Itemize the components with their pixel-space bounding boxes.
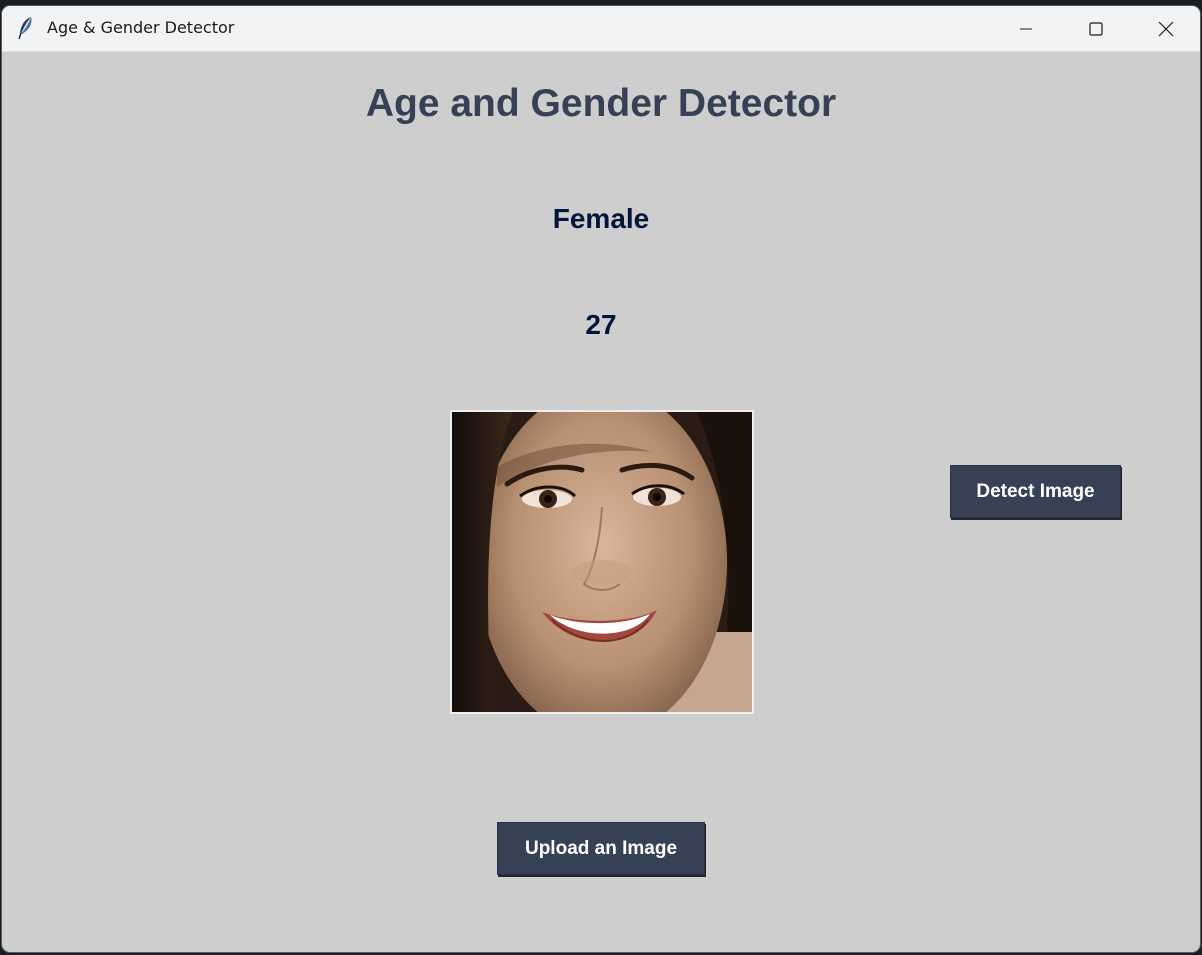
- age-result-label: 27: [585, 309, 617, 340]
- title-bar[interactable]: Age & Gender Detector: [2, 6, 1200, 52]
- maximize-icon: [1089, 21, 1103, 36]
- close-button[interactable]: [1131, 6, 1200, 51]
- page-title: Age and Gender Detector: [365, 82, 837, 125]
- upload-image-button[interactable]: Upload an Image: [497, 822, 705, 875]
- maximize-button[interactable]: [1061, 6, 1131, 51]
- uploaded-face-image: [450, 410, 754, 714]
- minimize-button[interactable]: [991, 6, 1061, 51]
- close-icon: [1158, 21, 1174, 36]
- app-window: Age & Gender Detector Age and Gender Det…: [2, 6, 1200, 952]
- feather-icon: [18, 17, 32, 40]
- minimize-icon: [1020, 28, 1032, 29]
- detect-image-button[interactable]: Detect Image: [950, 465, 1121, 518]
- window-title: Age & Gender Detector: [47, 18, 235, 37]
- gender-result-label: Female: [552, 203, 650, 234]
